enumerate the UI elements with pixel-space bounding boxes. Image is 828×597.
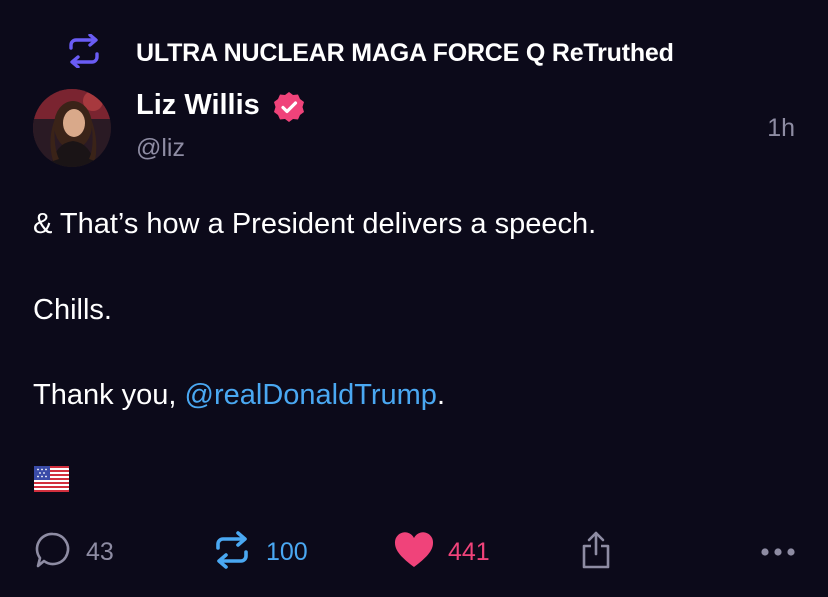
reply-icon: [34, 531, 72, 574]
more-icon[interactable]: [758, 540, 798, 564]
like-count: 441: [448, 537, 490, 566]
share-button[interactable]: [580, 530, 612, 574]
post-text-line: & That’s how a President delivers a spee…: [33, 208, 597, 240]
retruth-header: ULTRA NUCLEAR MAGA FORCE Q ReTruthed: [64, 30, 674, 72]
post-text: .: [436, 379, 445, 411]
avatar[interactable]: [33, 89, 111, 167]
timestamp[interactable]: 1h: [767, 114, 795, 143]
like-button[interactable]: 441: [394, 530, 490, 574]
us-flag-emoji: [34, 466, 69, 492]
post-text-line: Thank you, @realDonaldTrump.: [33, 379, 445, 412]
retruth-icon: [64, 31, 104, 71]
post-text: Thank you,: [33, 379, 185, 411]
share-icon: [580, 530, 612, 575]
retruth-action-icon: [212, 530, 252, 574]
reply-count: 43: [86, 537, 114, 566]
retruth-button[interactable]: 100: [212, 530, 308, 574]
verified-badge-icon: [272, 90, 306, 124]
author-name[interactable]: Liz Willis: [136, 89, 260, 122]
retruth-count: 100: [266, 537, 308, 566]
post-text-line: Chills.: [33, 294, 112, 326]
post-card: ULTRA NUCLEAR MAGA FORCE Q ReTruthed Liz…: [0, 0, 828, 597]
mention-link[interactable]: @realDonaldTrump: [185, 379, 437, 411]
heart-icon: [394, 531, 434, 573]
reply-button[interactable]: 43: [34, 530, 114, 574]
author-handle[interactable]: @liz: [136, 134, 185, 163]
retruth-label[interactable]: ULTRA NUCLEAR MAGA FORCE Q ReTruthed: [136, 39, 674, 68]
